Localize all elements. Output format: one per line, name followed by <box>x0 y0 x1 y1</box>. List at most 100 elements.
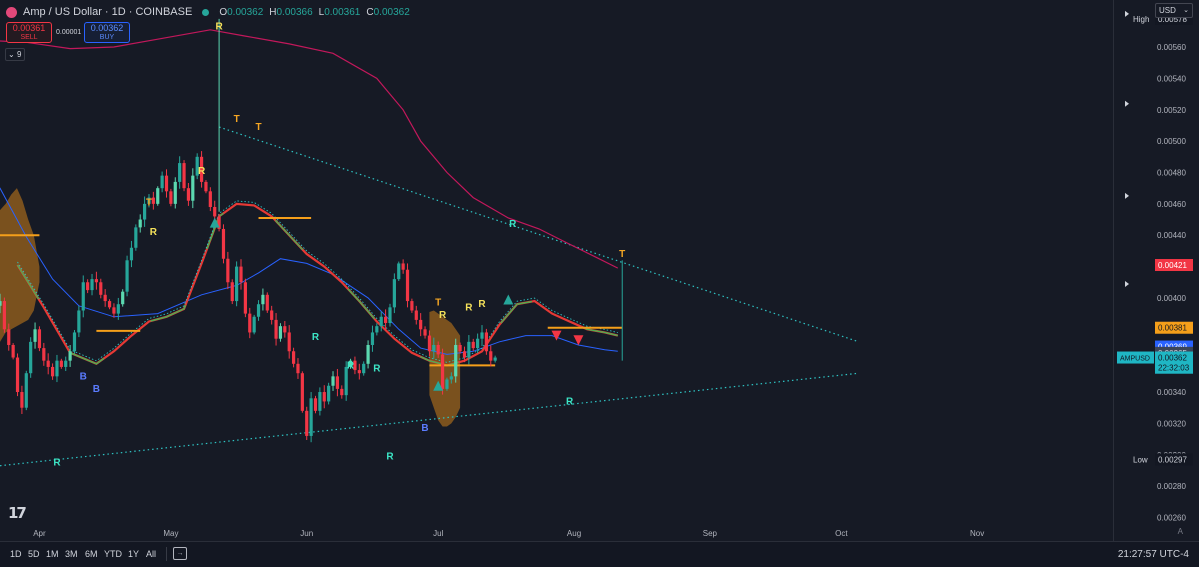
candle-body <box>94 279 99 283</box>
candle-body <box>493 357 497 361</box>
price-label-cyan: 0.00362 <box>1158 354 1187 363</box>
candle-body <box>221 228 226 259</box>
candle-body <box>366 344 370 364</box>
candle-body <box>388 307 392 324</box>
bottom-toolbar: 1D 5D 1M 3M 6M YTD 1Y All → 21:27:57 UTC… <box>0 541 1199 567</box>
candle-body <box>458 344 462 352</box>
candle-body <box>401 263 405 270</box>
candle-body <box>208 191 212 207</box>
candle-body <box>169 191 173 204</box>
candle-body <box>230 282 234 302</box>
candle-body <box>322 392 326 402</box>
candle-body <box>476 338 480 349</box>
signal-T: T <box>435 298 441 309</box>
candle-body <box>0 301 2 306</box>
candle-body <box>379 316 383 327</box>
signal-B: B <box>421 423 428 434</box>
y-tick-label: 0.00560 <box>1157 43 1186 52</box>
candle-body <box>384 316 388 324</box>
candle-body <box>235 266 239 302</box>
candle-body <box>414 310 418 320</box>
candle-body <box>296 363 300 374</box>
y-tick-label: 0.00460 <box>1157 200 1186 209</box>
y-tick-label: 0.00320 <box>1157 419 1186 428</box>
candle-body <box>86 282 90 291</box>
candle-body <box>2 301 6 330</box>
x-tick-label: Sep <box>703 529 718 538</box>
candle-body <box>270 310 274 320</box>
candle-body <box>50 366 55 377</box>
signal-B: B <box>93 384 100 395</box>
clock[interactable]: 21:27:57 UTC-4 <box>1118 549 1189 560</box>
sell-button[interactable]: 0.00361 SELL <box>6 22 52 43</box>
candle-body <box>116 304 120 314</box>
candle-body <box>121 291 125 305</box>
candle-body <box>46 360 50 367</box>
candle-body <box>261 294 265 305</box>
indicators-toggle[interactable]: ⌄ 9 <box>5 48 25 61</box>
candle-body <box>112 307 116 314</box>
range-ytd-button[interactable]: YTD <box>104 549 122 559</box>
candle-body <box>335 376 340 389</box>
candle-body <box>445 379 449 389</box>
price-chart[interactable]: 0.00560 0.00540 0.00520 0.00500 0.00480 0.004… <box>0 0 1199 541</box>
chart-header: Amp / US Dollar · 1D · COINBASE O0.00362… <box>6 4 410 20</box>
candle-body <box>173 181 177 204</box>
candle-body <box>397 263 401 280</box>
candle-body <box>72 332 77 352</box>
y-tick-label: 0.00500 <box>1157 137 1186 146</box>
candle-body <box>278 326 283 339</box>
candle-body <box>248 313 252 333</box>
candle-body <box>331 376 335 386</box>
chevron-down-icon: ⌄ <box>1183 7 1189 14</box>
range-6m-button[interactable]: 6M <box>85 549 98 559</box>
candle-body <box>440 354 445 389</box>
candle-body <box>213 206 217 217</box>
candle-body <box>305 410 309 436</box>
signal-T: T <box>255 122 261 133</box>
candle-body <box>375 326 379 333</box>
candle-body <box>182 163 186 189</box>
candle-body <box>313 398 318 411</box>
candle-body <box>449 376 453 380</box>
range-all-button[interactable]: All <box>146 549 156 559</box>
candle-body <box>103 294 107 302</box>
x-tick-label: May <box>163 529 178 538</box>
signal-R: R <box>386 451 394 462</box>
candle-body <box>151 197 155 204</box>
candle-body <box>7 329 11 345</box>
symbol-title[interactable]: Amp / US Dollar · 1D · COINBASE <box>23 6 192 18</box>
candle-body <box>15 357 20 393</box>
tradingview-logo: 17 <box>8 504 27 522</box>
buy-button[interactable]: 0.00362 BUY <box>84 22 130 43</box>
symbol-tag: AMPUSD <box>1120 356 1150 363</box>
range-3m-button[interactable]: 3M <box>65 549 78 559</box>
currency-select[interactable]: USD ⌄ <box>1155 3 1193 18</box>
candle-body <box>252 316 256 333</box>
candle-body <box>480 332 484 339</box>
candle-body <box>484 332 488 352</box>
signal-T: T <box>146 197 152 208</box>
candle-body <box>107 301 112 308</box>
signal-R: R <box>150 227 158 238</box>
candle-body <box>90 279 94 291</box>
range-5d-button[interactable]: 5D <box>28 549 40 559</box>
candle-body <box>24 373 28 408</box>
candle-body <box>156 188 160 204</box>
y-tick-label: 0.00440 <box>1157 231 1186 240</box>
candle-body <box>81 282 85 311</box>
market-open-icon <box>202 8 210 16</box>
chart-background <box>0 0 1199 541</box>
candle-body <box>318 392 322 411</box>
signal-R: R <box>478 299 486 310</box>
candle-body <box>239 266 243 283</box>
auto-scale-button[interactable]: A <box>1178 527 1183 536</box>
range-1d-button[interactable]: 1D <box>10 549 22 559</box>
candle-body <box>125 260 129 292</box>
range-1m-button[interactable]: 1M <box>46 549 59 559</box>
candle-body <box>11 344 15 358</box>
range-1y-button[interactable]: 1Y <box>128 549 139 559</box>
go-to-date-icon[interactable]: → <box>173 547 187 560</box>
x-tick-label: Jul <box>433 529 443 538</box>
candle-body <box>423 329 427 336</box>
